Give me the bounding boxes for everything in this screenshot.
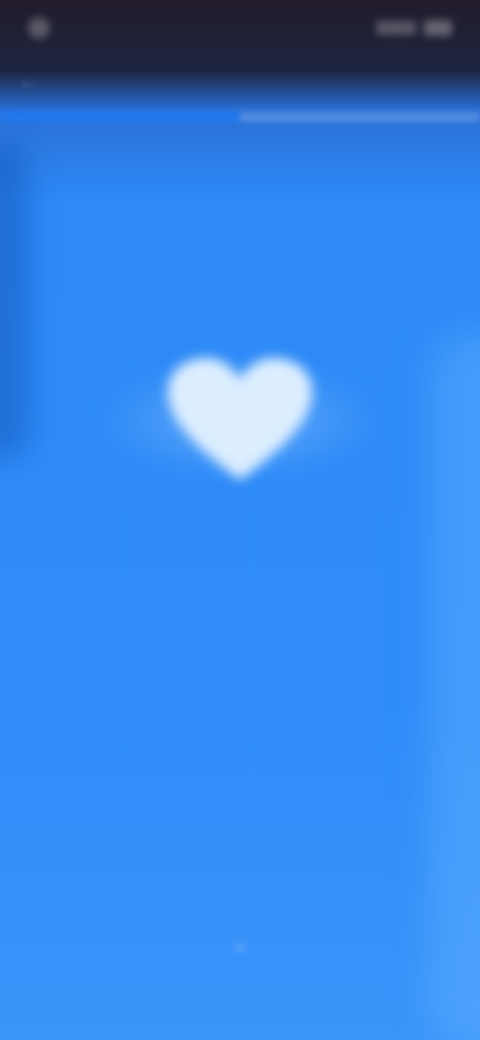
heart-icon[interactable] bbox=[160, 350, 320, 490]
app-screen: ← ⌄ bbox=[0, 0, 480, 1040]
heart-shape bbox=[168, 358, 312, 480]
signal-icon bbox=[376, 21, 416, 35]
app-icon bbox=[28, 17, 50, 39]
status-bar bbox=[0, 0, 480, 56]
heart-svg bbox=[168, 358, 312, 480]
back-arrow-icon: ← bbox=[18, 68, 40, 93]
right-card-edge bbox=[430, 330, 480, 1040]
status-right bbox=[376, 20, 452, 36]
chevron-down-icon[interactable]: ⌄ bbox=[224, 925, 256, 957]
left-card-edge bbox=[0, 140, 30, 460]
progress-fill bbox=[0, 112, 240, 122]
progress-bar bbox=[0, 112, 480, 122]
battery-icon bbox=[424, 20, 452, 36]
status-left bbox=[28, 17, 62, 39]
back-button[interactable]: ← bbox=[14, 66, 44, 96]
